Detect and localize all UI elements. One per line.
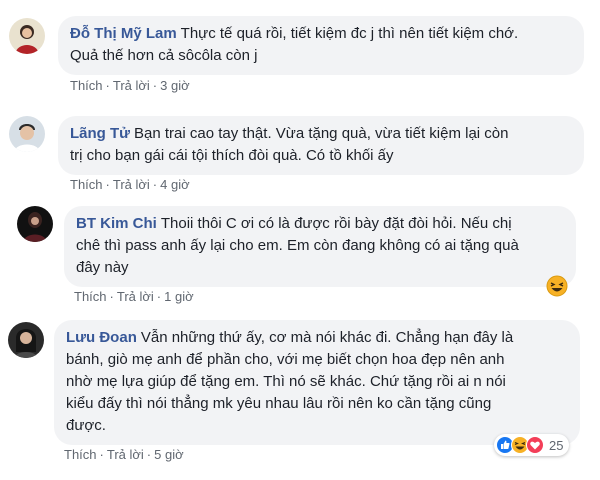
reaction-summary[interactable]: 25	[494, 434, 570, 456]
comment-text-line: Vẫn những thứ ấy, cơ mà nói khác đi. Chẳ…	[140, 329, 514, 346]
laughing-emoji-icon[interactable]	[546, 275, 568, 297]
comment-text-line: Thực tế quá rồi, tiết kiệm đc j thì nên …	[180, 25, 519, 42]
separator: ·	[109, 289, 114, 304]
comment-text-line: Bạn trai cao tay thật. Vừa tặng quà, vừa…	[134, 125, 509, 142]
separator: ·	[105, 177, 110, 192]
comment-bubble: Lưu Đoan Vẫn những thứ ấy, cơ mà nói khác…	[54, 320, 580, 445]
avatar-photo	[9, 18, 45, 54]
like-link[interactable]: Thích	[74, 289, 107, 304]
comment-text-line: trị cho bạn gái cái tội thích đòi quà. C…	[70, 147, 394, 164]
comment-1: Đỗ Thị Mỹ Lam Thực tế quá rồi, tiết kiệm …	[0, 0, 600, 100]
comment-text-line: đây này	[76, 259, 129, 276]
reply-link[interactable]: Trả lời	[113, 78, 150, 93]
comment-text-line: bánh, giò mẹ anh để phần cho, với mẹ biế…	[66, 351, 505, 368]
avatar-photo	[17, 206, 53, 242]
comment-author[interactable]: Lãng Tử	[70, 125, 130, 142]
comment-actions: Thích · Trả lời · 3 giờ	[70, 78, 190, 93]
like-link[interactable]: Thích	[64, 447, 97, 462]
comment-text-line: Quả thế hơn cả sôcôla còn j	[70, 47, 258, 64]
separator: ·	[99, 447, 104, 462]
separator: ·	[146, 447, 152, 462]
reaction-count: 25	[549, 437, 564, 453]
comment-bubble: Đỗ Thị Mỹ Lam Thực tế quá rồi, tiết kiệm …	[58, 16, 584, 75]
like-link[interactable]: Thích	[70, 177, 103, 192]
avatar[interactable]	[8, 322, 44, 358]
reply-link[interactable]: Trả lời	[113, 177, 150, 192]
reply-link[interactable]: Trả lời	[117, 289, 154, 304]
comment-time[interactable]: 3 giờ	[160, 78, 190, 93]
comment-author[interactable]: BT Kim Chi	[76, 215, 157, 232]
like-link[interactable]: Thích	[70, 78, 103, 93]
avatar-photo	[8, 322, 44, 358]
comment-text-line: Thoii thôi C ơi có là được rồi bày đặt đ…	[160, 215, 512, 232]
comment-actions: Thích · Trả lời · 5 giờ	[64, 447, 184, 462]
comment-actions: Thích · Trả lời · 4 giờ	[70, 177, 190, 192]
comment-time[interactable]: 1 giờ	[164, 289, 194, 304]
comment-text-line: kiểu đấy thì nói thẳng mk yêu nhau lâu r…	[66, 395, 492, 412]
avatar[interactable]	[9, 116, 45, 152]
avatar-photo	[9, 116, 45, 152]
comment-author[interactable]: Lưu Đoan	[66, 329, 137, 346]
comment-3: BT Kim Chi Thoii thôi C ơi có là được rồi…	[0, 198, 600, 310]
comment-4: Lưu Đoan Vẫn những thứ ấy, cơ mà nói khác…	[0, 312, 600, 480]
comment-actions: Thích · Trả lời · 1 giờ	[74, 289, 194, 304]
love-icon	[526, 436, 544, 454]
comment-author[interactable]: Đỗ Thị Mỹ Lam	[70, 25, 177, 42]
comment-2: Lãng Tử Bạn trai cao tay thật. Vừa tặng q…	[0, 100, 600, 200]
avatar[interactable]	[17, 206, 53, 242]
separator: ·	[152, 177, 158, 192]
reply-link[interactable]: Trả lời	[107, 447, 144, 462]
comment-text-line: chê thì pass anh ấy lại cho em. Em còn đ…	[76, 237, 519, 254]
comment-text-line: nhờ mẹ lựa giúp để tặng em. Thì nó sẽ kh…	[66, 373, 506, 390]
comment-time[interactable]: 4 giờ	[160, 177, 190, 192]
separator: ·	[105, 78, 110, 93]
comment-text-line: được.	[66, 417, 106, 434]
comment-time[interactable]: 5 giờ	[154, 447, 184, 462]
separator: ·	[152, 78, 158, 93]
comment-bubble: Lãng Tử Bạn trai cao tay thật. Vừa tặng q…	[58, 116, 584, 175]
avatar[interactable]	[9, 18, 45, 54]
separator: ·	[156, 289, 162, 304]
comment-bubble: BT Kim Chi Thoii thôi C ơi có là được rồi…	[64, 206, 576, 287]
